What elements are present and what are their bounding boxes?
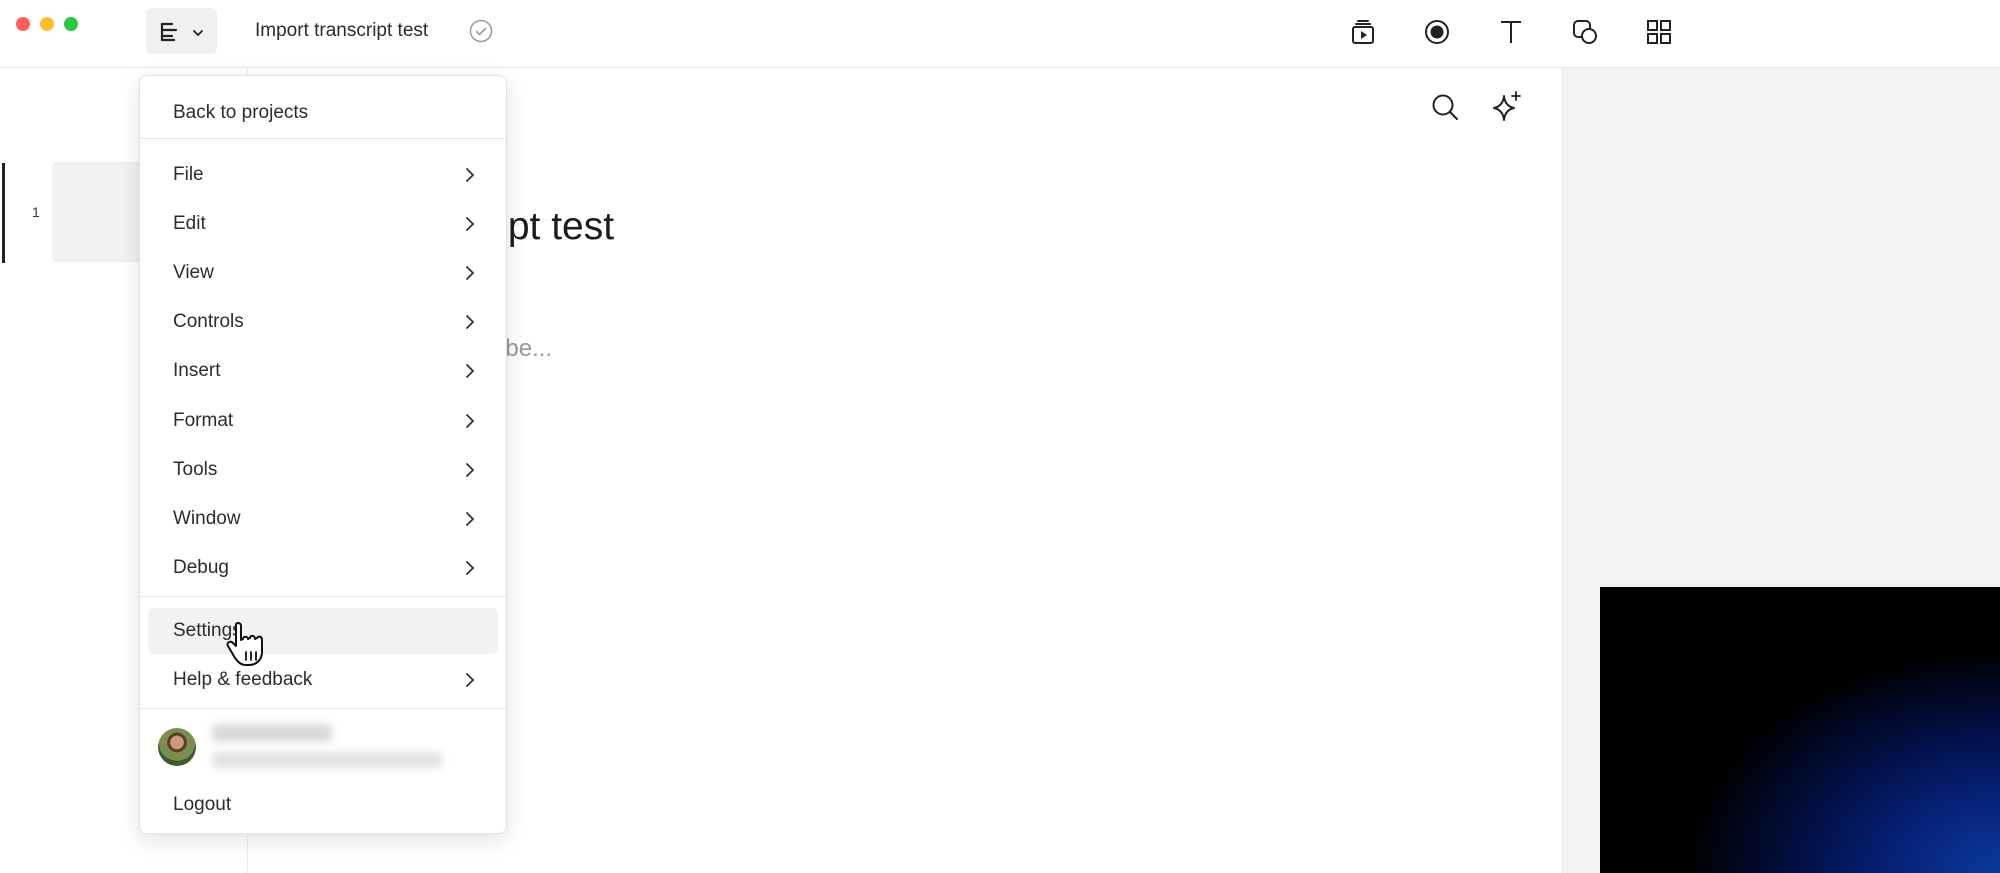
account-name-redacted: [212, 724, 332, 742]
shapes-icon: [1573, 20, 1597, 44]
menu-item-window[interactable]: Window: [148, 496, 498, 542]
menu-item-label: Debug: [173, 557, 229, 578]
menu-divider: [140, 596, 506, 597]
search-icon[interactable]: [1428, 90, 1462, 124]
chevron-right-icon: [466, 512, 475, 526]
menu-item-settings[interactable]: Settings: [148, 608, 498, 654]
record-button[interactable]: [1419, 14, 1455, 50]
menu-item-view[interactable]: View: [148, 250, 498, 296]
menu-item-tools[interactable]: Tools: [148, 447, 498, 493]
chevron-right-icon: [466, 463, 475, 477]
zoom-window-button[interactable]: [64, 17, 78, 31]
menu-divider: [140, 138, 506, 139]
shapes-button[interactable]: [1567, 14, 1603, 50]
chevron-right-icon: [466, 673, 475, 687]
menu-item-logout[interactable]: Logout: [148, 782, 498, 828]
active-scene-indicator: [2, 163, 5, 263]
media-icon: [1352, 20, 1374, 44]
main-menu-dropdown: Back to projects File Edit View Controls…: [139, 75, 507, 834]
minimize-window-button[interactable]: [40, 17, 54, 31]
chevron-right-icon: [466, 414, 475, 428]
menu-item-insert[interactable]: Insert: [148, 348, 498, 394]
menu-item-file[interactable]: File: [148, 152, 498, 198]
media-button[interactable]: [1345, 14, 1381, 50]
menu-item-format[interactable]: Format: [148, 398, 498, 444]
chevron-right-icon: [466, 364, 475, 378]
menu-item-label: Insert: [173, 360, 221, 381]
chevron-down-icon: [193, 30, 203, 37]
menu-item-label: Controls: [173, 311, 244, 332]
menu-item-label: Format: [173, 410, 234, 431]
layout-button[interactable]: [1641, 14, 1677, 50]
chevron-right-icon: [466, 168, 475, 182]
hand-cursor-icon: [226, 621, 263, 666]
menu-divider: [140, 708, 506, 709]
menu-item-help-feedback[interactable]: Help & feedback: [148, 657, 498, 703]
grid-icon: [1647, 20, 1671, 44]
check-circle-icon: [469, 19, 493, 43]
chevron-right-icon: [466, 266, 475, 280]
document-title[interactable]: Import transcript test: [255, 20, 428, 42]
main-menu-button[interactable]: [146, 8, 217, 54]
menu-item-controls[interactable]: Controls: [148, 299, 498, 345]
title-bar: Import transcript test: [0, 0, 2000, 68]
menu-item-label: Tools: [173, 459, 218, 480]
avatar: [158, 728, 196, 766]
text-button[interactable]: [1493, 14, 1529, 50]
menu-item-label: Back to projects: [173, 102, 309, 123]
scene-number: 1: [32, 204, 40, 220]
menu-item-label: Logout: [173, 794, 232, 815]
sparkle-icon[interactable]: [1490, 90, 1524, 124]
menu-item-debug[interactable]: Debug: [148, 545, 498, 591]
menu-item-edit[interactable]: Edit: [148, 201, 498, 247]
list-icon: [160, 22, 178, 42]
text-icon: [1501, 21, 1521, 43]
chevron-right-icon: [466, 315, 475, 329]
record-icon: [1425, 20, 1449, 44]
menu-item-label: File: [173, 164, 204, 185]
menu-item-label: Window: [173, 508, 241, 529]
menu-item-back-to-projects[interactable]: Back to projects: [148, 90, 498, 136]
menu-item-label: Edit: [173, 213, 206, 234]
menu-item-label: Help & feedback: [173, 669, 313, 690]
account-email-redacted: [212, 752, 442, 768]
menu-item-label: View: [173, 262, 214, 283]
video-preview[interactable]: [1600, 587, 2000, 873]
chevron-right-icon: [466, 561, 475, 575]
close-window-button[interactable]: [16, 17, 30, 31]
chevron-right-icon: [466, 217, 475, 231]
